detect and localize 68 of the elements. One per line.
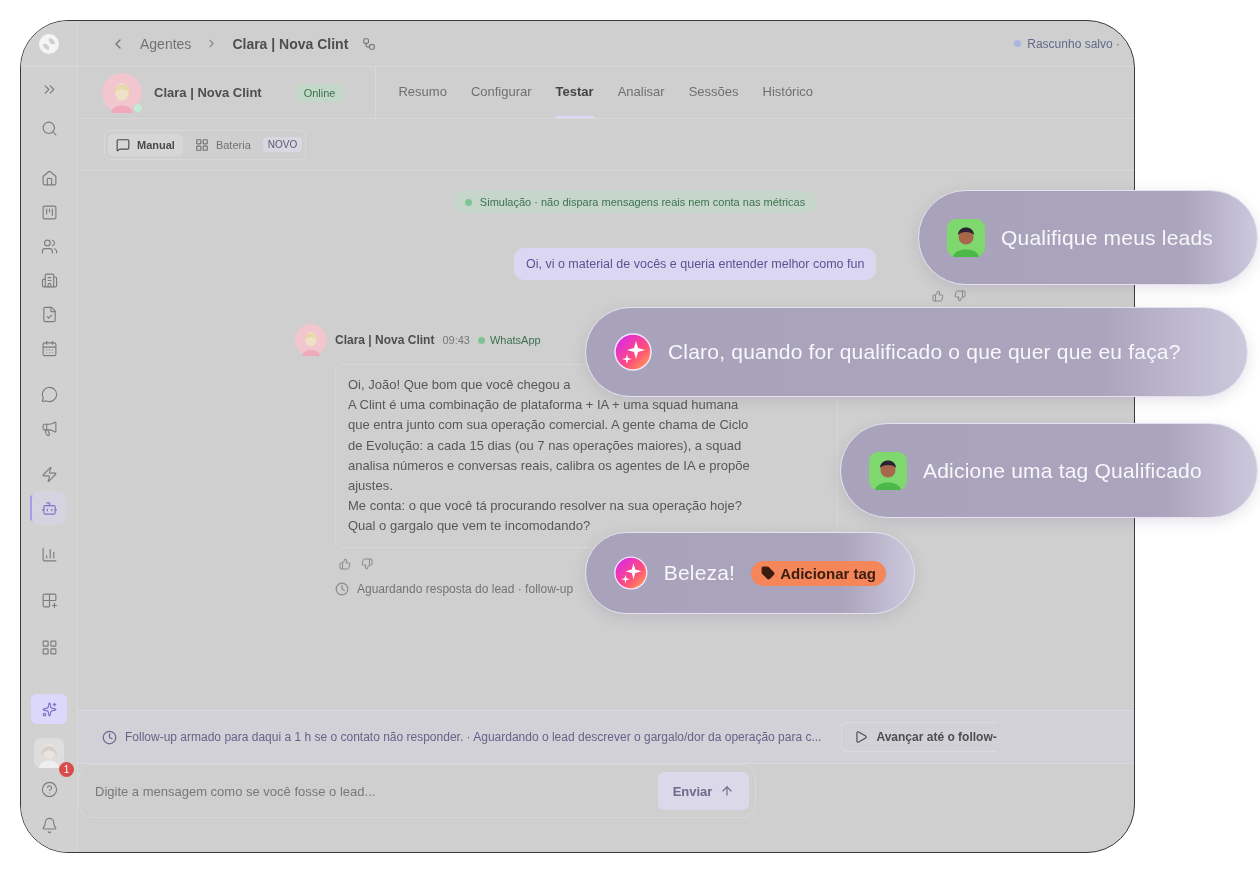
user-message: Oi, vi o material de vocês e queria entender melhor como fun: [514, 248, 877, 280]
grid-icon: [194, 137, 209, 152]
breadcrumb-link[interactable]: Agentes: [140, 35, 192, 52]
bubble-text: Claro, quando for qualificado o que quer que eu faça?: [668, 340, 1181, 364]
person-avatar-icon: [869, 451, 907, 490]
sender-name: Clara | Nova Clint: [335, 333, 435, 347]
new-badge: NOVO: [262, 137, 303, 152]
notification-badge: 1: [59, 762, 74, 777]
document-check-icon: [40, 305, 58, 323]
megaphone-icon: [40, 419, 58, 437]
save-status: Rascunho salvo ·: [1014, 36, 1134, 51]
robot-icon: [40, 499, 58, 517]
simulation-notice: Simulação · não dispara mensagens reais nem conta nas métricas: [452, 191, 818, 213]
tab[interactable]: Testar: [555, 67, 594, 118]
search-icon: [40, 119, 58, 137]
help-icon[interactable]: [40, 780, 58, 798]
person-avatar-icon: [947, 218, 985, 257]
sidebar-item[interactable]: [32, 491, 66, 525]
chat-icon: [40, 385, 58, 403]
grid-icon: [40, 638, 58, 656]
advance-button[interactable]: Avançar até o follow-: [841, 722, 997, 752]
action-chip[interactable]: Adicionar tag: [751, 560, 886, 586]
agent-avatar: [295, 324, 327, 356]
home-icon: [40, 169, 58, 187]
calendar-icon: [40, 339, 58, 357]
users-icon: [40, 237, 58, 255]
apps-add-icon: [40, 591, 58, 609]
tab[interactable]: Resumo: [398, 67, 447, 118]
followup-status: Follow-up armado para daqui a 1 h se o contato não responder. · Aguardando o lead descrever o gargalo/dor da operação para c...: [125, 730, 822, 744]
message-field[interactable]: Digite a mensagem como se você fosse o lead... Enviar: [78, 764, 756, 818]
sparkles-icon: [41, 701, 57, 717]
online-dot: [133, 102, 143, 113]
mode-button[interactable]: Manual: [108, 133, 183, 156]
sparkle-icon: [614, 333, 652, 371]
message-icon: [116, 137, 130, 152]
tab[interactable]: Configurar: [470, 67, 532, 118]
lightning-icon: [40, 465, 58, 483]
channel-label: WhatsApp: [477, 334, 541, 346]
tag-icon: [761, 566, 776, 580]
sparkle-icon: [614, 554, 648, 592]
thumbs-up-icon[interactable]: [339, 557, 351, 570]
tab[interactable]: Sessões: [688, 67, 739, 118]
message-time: 09:43: [442, 334, 470, 346]
board-icon: [40, 203, 58, 221]
tab[interactable]: Analisar: [617, 67, 665, 118]
tab[interactable]: Histórico: [762, 67, 814, 118]
logo-icon: [39, 33, 59, 54]
bubble-text: Qualifique meus leads: [1001, 225, 1213, 250]
flow-icon[interactable]: [362, 36, 377, 51]
send-button[interactable]: Enviar: [658, 772, 749, 810]
thumbs-up-icon[interactable]: [932, 290, 944, 302]
thumbs-down-icon[interactable]: [954, 290, 966, 302]
bubble-text: Adicione uma tag Qualificado: [923, 458, 1202, 483]
breadcrumb-current: Clara | Nova Clint: [232, 35, 349, 52]
agent-avatar: [102, 72, 142, 113]
status-badge: Online: [295, 83, 344, 102]
bell-icon[interactable]: [40, 816, 58, 834]
bar-chart-icon: [40, 545, 58, 563]
waiting-status: Aguardando resposta do lead · follow-up: [357, 581, 574, 596]
thumbs-down-icon[interactable]: [361, 557, 373, 570]
ai-assistant-button[interactable]: [31, 694, 67, 724]
play-icon: [854, 730, 869, 744]
clock-icon: [102, 729, 117, 745]
bubble-text: Beleza!: [663, 561, 736, 585]
clock-icon: [335, 581, 349, 596]
building-icon: [40, 271, 58, 289]
mode-button[interactable]: Bateria: [186, 133, 259, 156]
agent-name: Clara | Nova Clint: [154, 85, 262, 100]
